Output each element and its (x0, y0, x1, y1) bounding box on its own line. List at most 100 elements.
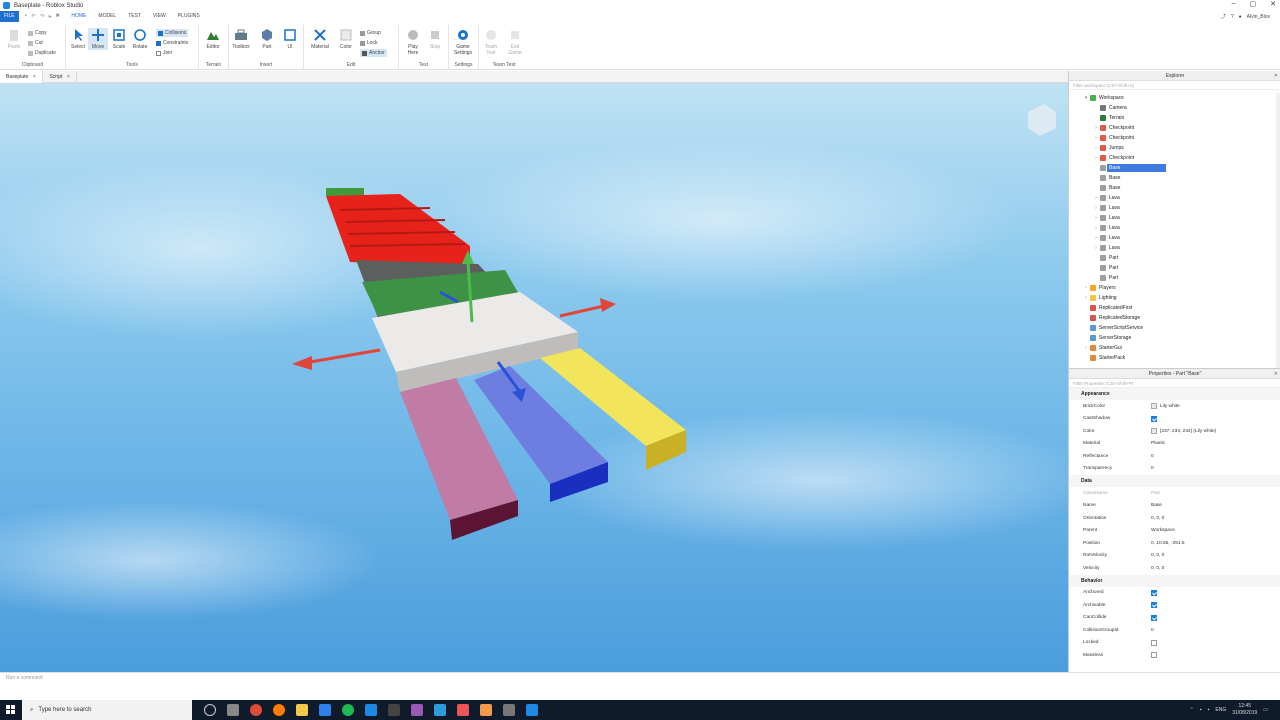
explorer-item[interactable]: Base (1069, 163, 1280, 173)
file-menu[interactable]: FILE (0, 11, 19, 22)
color-button[interactable]: Color (336, 28, 356, 50)
expand-arrow-icon[interactable]: › (1083, 285, 1089, 291)
play-icon[interactable]: ▸ (49, 13, 52, 20)
redo-icon[interactable]: ↷ (40, 13, 45, 20)
explorer-item[interactable]: ReplicatedFirst (1069, 303, 1280, 313)
explorer-item[interactable]: › Lava (1069, 223, 1280, 233)
property-row[interactable]: Color [237, 234, 234] (Lily white) (1069, 425, 1280, 438)
explorer-item[interactable]: StarterPack (1069, 353, 1280, 363)
property-checkbox[interactable] (1151, 415, 1157, 422)
property-category[interactable]: Data (1069, 475, 1280, 487)
expand-arrow-icon[interactable]: › (1093, 125, 1099, 131)
property-row[interactable]: CanCollide (1069, 612, 1280, 625)
tab-plugins[interactable]: PLUGINS (172, 11, 206, 22)
explorer-item[interactable]: › StarterGui (1069, 343, 1280, 353)
paste-button[interactable]: Paste (4, 28, 24, 50)
material-button[interactable]: Material (310, 28, 330, 50)
property-value[interactable]: 0, 0, 0 (1151, 553, 1280, 558)
property-checkbox[interactable] (1151, 589, 1157, 596)
language-indicator[interactable]: ENG (1215, 707, 1226, 713)
stop-button[interactable]: Stop (425, 28, 445, 50)
property-value[interactable] (1151, 589, 1280, 596)
select-tool-button[interactable]: Select (68, 28, 88, 50)
properties-filter-input[interactable]: Filter Properties (Ctrl+Shift+P) (1069, 379, 1280, 388)
network-icon[interactable]: ▪ (1200, 707, 1202, 713)
property-row[interactable]: Position 0, 10.65, -251.5 (1069, 537, 1280, 550)
task-view-icon[interactable] (227, 704, 239, 716)
tab-home[interactable]: HOME (65, 11, 93, 23)
property-value[interactable] (1151, 602, 1280, 609)
property-value[interactable]: 0, 10.65, -251.5 (1151, 541, 1280, 546)
explorer-item[interactable]: › Lava (1069, 233, 1280, 243)
property-checkbox[interactable] (1151, 652, 1157, 659)
explorer-item[interactable]: ServerStorage (1069, 333, 1280, 343)
explorer-item[interactable]: Camera (1069, 103, 1280, 113)
property-value[interactable] (1151, 614, 1280, 621)
property-row[interactable]: Name Base (1069, 500, 1280, 513)
3d-viewport[interactable] (0, 83, 1068, 672)
move-tool-button[interactable]: Move (88, 28, 108, 50)
terrain-editor-button[interactable]: Editor (203, 28, 223, 50)
expand-arrow-icon[interactable]: › (1093, 215, 1099, 221)
property-row[interactable]: Locked (1069, 637, 1280, 650)
panel-close-icon[interactable]: ✕ (1274, 71, 1278, 81)
explorer-item[interactable]: Part (1069, 273, 1280, 283)
tab-script[interactable]: Script ✕ (43, 71, 78, 83)
property-value[interactable] (1151, 652, 1280, 659)
explorer-item[interactable]: › Lighting (1069, 293, 1280, 303)
app-icon[interactable] (480, 704, 492, 716)
spotify-icon[interactable] (342, 704, 354, 716)
property-value[interactable]: 0 (1151, 454, 1280, 459)
property-value[interactable]: Base (1151, 503, 1280, 508)
property-value[interactable]: Workspace (1151, 528, 1280, 533)
toolbox-button[interactable]: Toolbox (231, 28, 251, 50)
ui-button[interactable]: UI (280, 28, 300, 50)
anchor-button[interactable]: Anchor (360, 49, 387, 57)
save-icon[interactable]: ▪ (25, 13, 27, 20)
expand-arrow-icon[interactable]: › (1083, 295, 1089, 301)
start-button[interactable] (0, 700, 22, 720)
notifications-icon[interactable]: ▭ (1263, 707, 1268, 713)
checkpoint-block[interactable] (326, 188, 364, 196)
property-row[interactable]: RotVelocity 0, 0, 0 (1069, 550, 1280, 563)
property-row[interactable]: Orientation 0, 0, 0 (1069, 512, 1280, 525)
part-button[interactable]: Part (257, 28, 277, 50)
tab-baseplate[interactable]: Baseplate ✕ (0, 71, 44, 83)
group-button[interactable]: Group (360, 29, 381, 37)
property-value[interactable]: 0, 0, 0 (1151, 516, 1280, 521)
play-here-button[interactable]: Play Here (403, 28, 423, 56)
copy-button[interactable]: Copy (28, 29, 47, 37)
minimize-button[interactable]: – (1232, 0, 1236, 8)
cortana-icon[interactable] (204, 704, 216, 716)
app-icon[interactable] (388, 704, 400, 716)
property-row[interactable]: Velocity 0, 0, 0 (1069, 562, 1280, 575)
tab-view[interactable]: VIEW (147, 11, 172, 22)
expand-arrow-icon[interactable]: › (1093, 245, 1099, 251)
explorer-scrollbar[interactable] (1276, 93, 1280, 368)
property-value[interactable]: 0, 0, 0 (1151, 566, 1280, 571)
explorer-item[interactable]: › Lava (1069, 213, 1280, 223)
move-handle-x-pos[interactable] (559, 304, 605, 318)
roblox-icon[interactable] (365, 704, 377, 716)
expand-arrow-icon[interactable]: › (1093, 225, 1099, 231)
maximize-button[interactable]: ▢ (1250, 0, 1257, 8)
expand-arrow-icon[interactable]: › (1093, 155, 1099, 161)
explorer-item[interactable]: › Checkpoint (1069, 133, 1280, 143)
chrome-icon[interactable] (250, 704, 262, 716)
constraints-toggle[interactable]: Constraints (156, 39, 188, 47)
explorer-filter-input[interactable]: Filter workspace (Ctrl+Shift+X) (1069, 81, 1280, 90)
move-handle-x-neg[interactable] (309, 348, 381, 364)
expand-arrow-icon[interactable]: ▾ (1083, 95, 1089, 101)
expand-arrow-icon[interactable]: › (1093, 205, 1099, 211)
property-value[interactable] (1151, 415, 1280, 422)
app-icon[interactable] (503, 704, 515, 716)
explorer-item[interactable]: Base (1069, 173, 1280, 183)
property-row[interactable]: Reflectance 0 (1069, 450, 1280, 463)
taskbar-search[interactable]: ⌕ Type here to search (22, 700, 192, 720)
explorer-item[interactable]: › Lava (1069, 193, 1280, 203)
explorer-item[interactable]: › Jumps (1069, 143, 1280, 153)
user-icon[interactable]: ● (1239, 14, 1242, 20)
property-checkbox[interactable] (1151, 639, 1157, 646)
property-value[interactable]: Plastic (1151, 441, 1280, 446)
scale-tool-button[interactable]: Scale (109, 28, 129, 50)
